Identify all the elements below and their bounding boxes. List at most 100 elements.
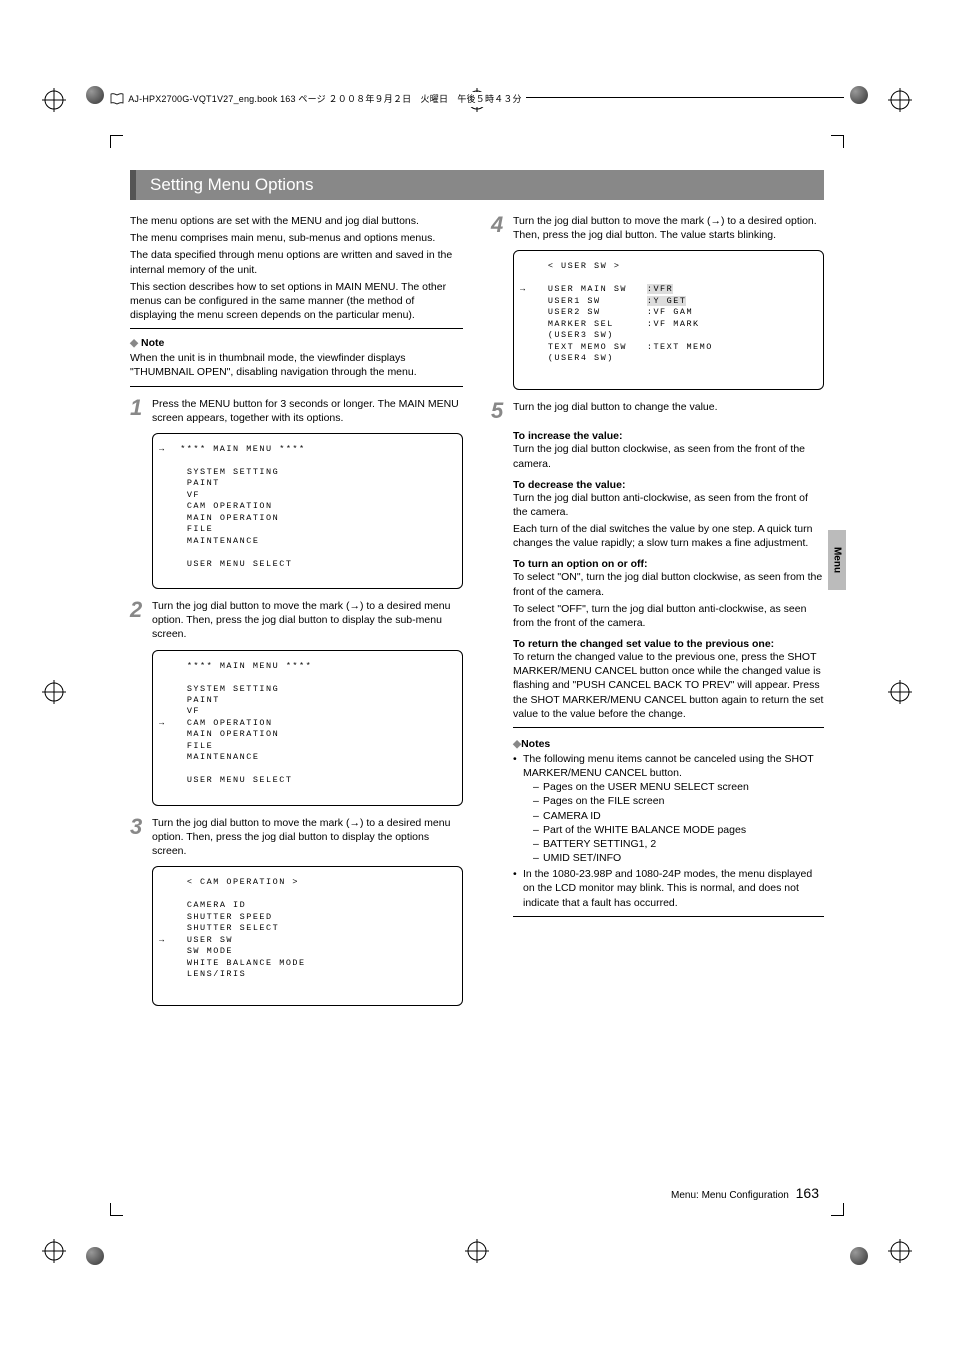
header-text: AJ-HPX2700G-VQT1V27_eng.book 163 ページ ２００… [110, 92, 526, 107]
screen-title: **** MAIN MENU **** [180, 444, 305, 454]
arrow-icon: → [159, 718, 166, 729]
arrow-icon: → [159, 935, 166, 946]
step-2: 2 Turn the jog dial button to move the m… [130, 599, 463, 642]
menu-value: :VF GAM [647, 307, 693, 317]
screen-title: < USER SW > [548, 261, 621, 271]
book-icon [110, 93, 124, 107]
menu-item: TEXT MEMO SW [548, 342, 627, 352]
detail-text: Turn the jog dial button clockwise, as s… [513, 442, 824, 470]
arrow-icon: → [159, 444, 166, 455]
menu-item: WHITE BALANCE MODE [187, 958, 306, 968]
note-body: When the unit is in thumbnail mode, the … [130, 351, 463, 379]
menu-item: LENS/IRIS [187, 969, 246, 979]
note-dash: CAMERA ID [533, 809, 824, 823]
menu-item: CAMERA ID [187, 900, 246, 910]
crop-mark-icon [831, 135, 844, 148]
detail-text: To return the changed value to the previ… [513, 650, 824, 721]
corner-dot-icon [86, 1247, 104, 1265]
divider [130, 328, 463, 329]
menu-value: :Y GET [647, 296, 687, 306]
registration-mark-icon [888, 88, 912, 112]
footer: Menu: Menu Configuration 163 [671, 1185, 819, 1201]
left-column: The menu options are set with the MENU a… [130, 214, 463, 1014]
menu-item: SYSTEM SETTING [187, 684, 279, 694]
crop-mark-icon [110, 1203, 123, 1216]
divider [513, 916, 824, 917]
screen-main-menu-2: **** MAIN MENU **** SYSTEM SETTING PAINT… [152, 650, 463, 806]
menu-item: USER MAIN SW [548, 284, 627, 294]
screen-title: **** MAIN MENU **** [187, 661, 312, 671]
registration-mark-icon [42, 88, 66, 112]
menu-item: PAINT [187, 695, 220, 705]
header-filename: AJ-HPX2700G-VQT1V27_eng.book 163 ページ ２００… [128, 94, 522, 104]
sub-heading: To increase the value: [513, 430, 824, 442]
menu-item: SYSTEM SETTING [187, 467, 279, 477]
corner-dot-icon [86, 86, 104, 104]
menu-item: MAIN OPERATION [187, 513, 279, 523]
right-column: 4 Turn the jog dial button to move the m… [491, 214, 824, 1014]
divider [513, 727, 824, 728]
detail-text: To select "ON", turn the jog dial button… [513, 570, 824, 598]
step-1: 1 Press the MENU button for 3 seconds or… [130, 397, 463, 425]
screen-user-sw: < USER SW > → USER MAIN SW :VFR USER1 SW… [513, 250, 824, 390]
intro-p2: The menu comprises main menu, sub-menus … [130, 231, 463, 245]
menu-item: (USER3 SW) [548, 330, 614, 340]
menu-item: VF [187, 490, 200, 500]
intro-p3: The data specified through menu options … [130, 248, 463, 276]
notes-sublist: Pages on the USER MENU SELECT screen Pag… [523, 780, 824, 865]
menu-item: PAINT [187, 478, 220, 488]
intro-p1: The menu options are set with the MENU a… [130, 214, 463, 228]
crop-mark-icon [831, 1203, 844, 1216]
screen-main-menu-1: → **** MAIN MENU **** SYSTEM SETTING PAI… [152, 433, 463, 589]
notes-list: The following menu items cannot be cance… [513, 752, 824, 910]
menu-value: :VFR [647, 284, 673, 294]
corner-dot-icon [850, 86, 868, 104]
sub-heading: To decrease the value: [513, 479, 824, 491]
step-4: 4 Turn the jog dial button to move the m… [491, 214, 824, 242]
note-dash: Part of the WHITE BALANCE MODE pages [533, 823, 824, 837]
notes-heading: Notes [513, 738, 824, 750]
note-dash: Pages on the FILE screen [533, 794, 824, 808]
screen-cam-operation: < CAM OPERATION > CAMERA ID SHUTTER SPEE… [152, 866, 463, 1006]
step-number: 1 [130, 397, 152, 419]
step-text: Turn the jog dial button to move the mar… [152, 816, 463, 859]
detail-text: Turn the jog dial button anti-clockwise,… [513, 491, 824, 519]
screen-title: < CAM OPERATION > [187, 877, 299, 887]
step-5: 5 Turn the jog dial button to change the… [491, 400, 824, 422]
menu-item: SW MODE [187, 946, 233, 956]
step-text: Press the MENU button for 3 seconds or l… [152, 397, 463, 425]
page-title: Setting Menu Options [130, 170, 824, 200]
sub-heading: To turn an option on or off: [513, 558, 824, 570]
menu-item: SHUTTER SELECT [187, 923, 279, 933]
menu-item: (USER4 SW) [548, 353, 614, 363]
intro-p4: This section describes how to set option… [130, 280, 463, 323]
menu-item: MARKER SEL [548, 319, 614, 329]
registration-mark-icon [42, 1239, 66, 1263]
step-text: Turn the jog dial button to move the mar… [513, 214, 824, 242]
registration-mark-icon [465, 1239, 489, 1263]
page: AJ-HPX2700G-VQT1V27_eng.book 163 ページ ２００… [0, 0, 954, 1351]
detail-text: Each turn of the dial switches the value… [513, 522, 824, 550]
menu-item: USER1 SW [548, 296, 601, 306]
menu-item: MAINTENANCE [187, 752, 260, 762]
sub-heading: To return the changed set value to the p… [513, 638, 824, 650]
note-dash: UMID SET/INFO [533, 851, 824, 865]
step-3: 3 Turn the jog dial button to move the m… [130, 816, 463, 859]
note-dash: Pages on the USER MENU SELECT screen [533, 780, 824, 794]
step-text: Turn the jog dial button to move the mar… [152, 599, 463, 642]
detail-text: To select "OFF", turn the jog dial butto… [513, 602, 824, 630]
menu-item: MAINTENANCE [187, 536, 260, 546]
menu-item: FILE [187, 741, 213, 751]
menu-value: :TEXT MEMO [647, 342, 713, 352]
menu-item: VF [187, 706, 200, 716]
registration-mark-icon [42, 680, 66, 704]
step-number: 2 [130, 599, 152, 621]
step-number: 3 [130, 816, 152, 838]
menu-item: USER MENU SELECT [187, 775, 293, 785]
menu-item: USER MENU SELECT [187, 559, 293, 569]
note-text: The following menu items cannot be cance… [523, 753, 813, 779]
menu-item: USER SW [187, 935, 233, 945]
footer-section: Menu: Menu Configuration [671, 1190, 789, 1201]
menu-item: FILE [187, 524, 213, 534]
side-tab: Menu [828, 530, 846, 590]
